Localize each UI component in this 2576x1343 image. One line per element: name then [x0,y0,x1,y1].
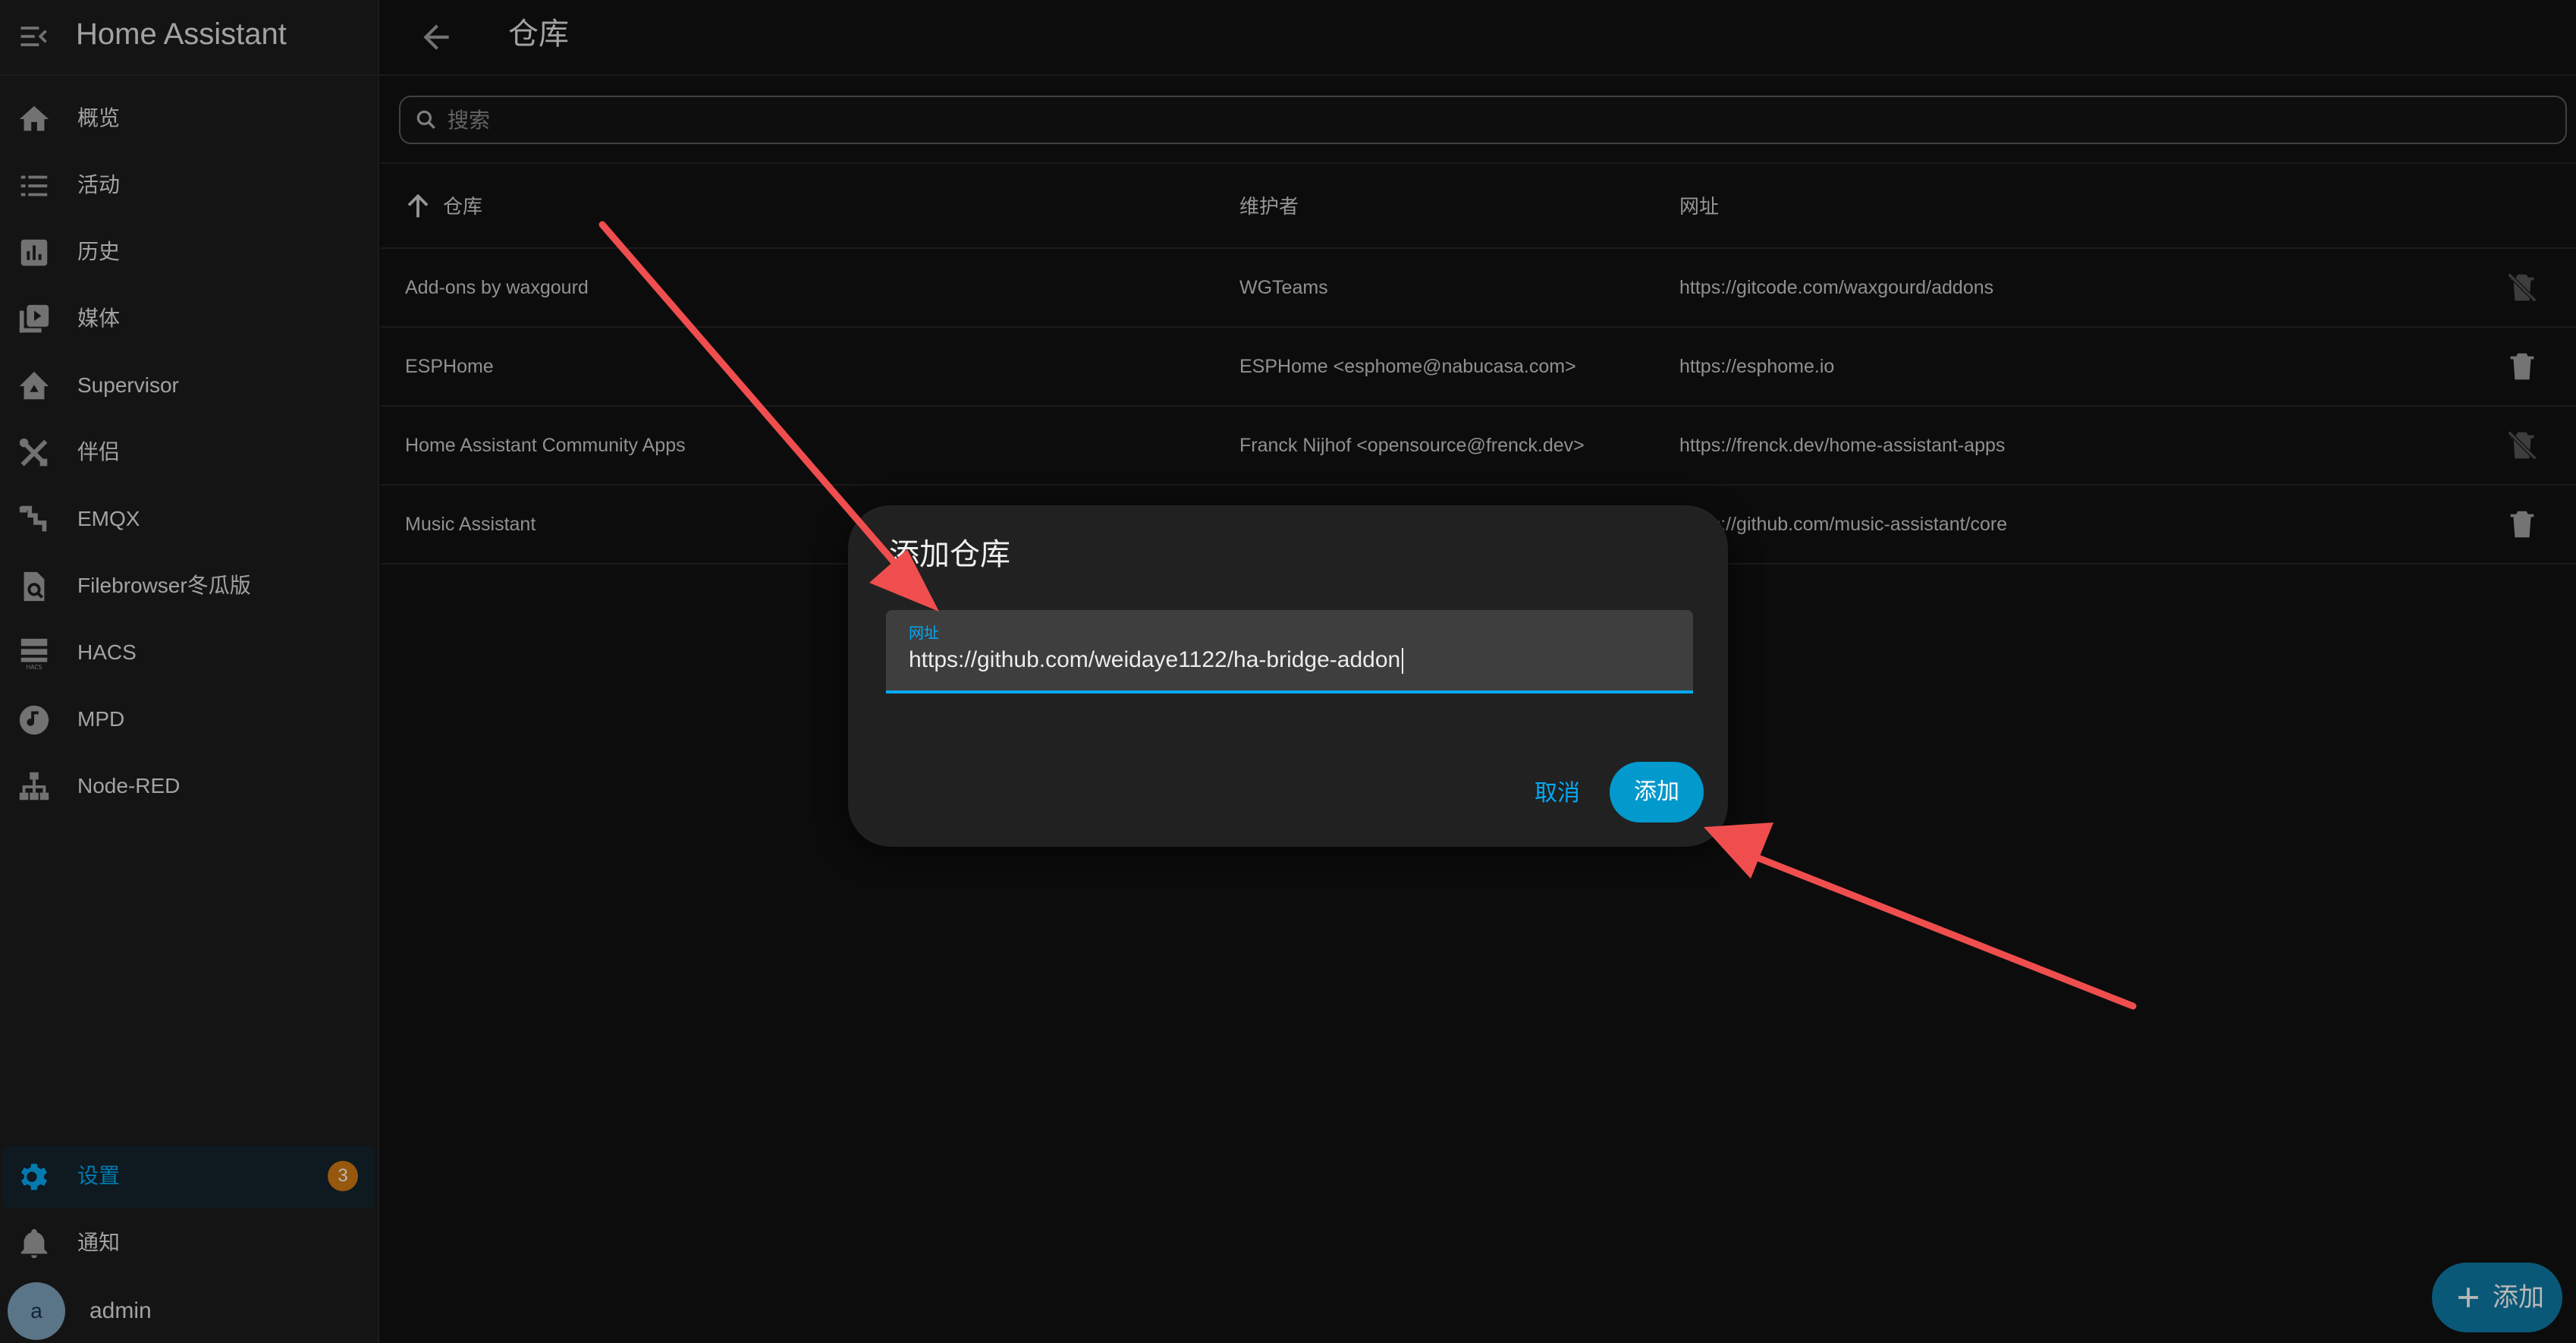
add-button[interactable]: 添加 [1610,762,1704,822]
text-caret [1402,648,1404,675]
url-input-value: https://github.com/weidaye1122/ha-bridge… [909,647,1401,672]
repository-url-input[interactable]: https://github.com/weidaye1122/ha-bridge… [909,645,1404,675]
cancel-button[interactable]: 取消 [1508,771,1607,816]
add-repository-dialog: 添加仓库 网址 https://github.com/weidaye1122/h… [848,505,1728,847]
dialog-title: 添加仓库 [889,538,1010,571]
field-label: 网址 [909,625,939,642]
repository-url-field[interactable]: 网址 https://github.com/weidaye1122/ha-bri… [886,610,1693,694]
